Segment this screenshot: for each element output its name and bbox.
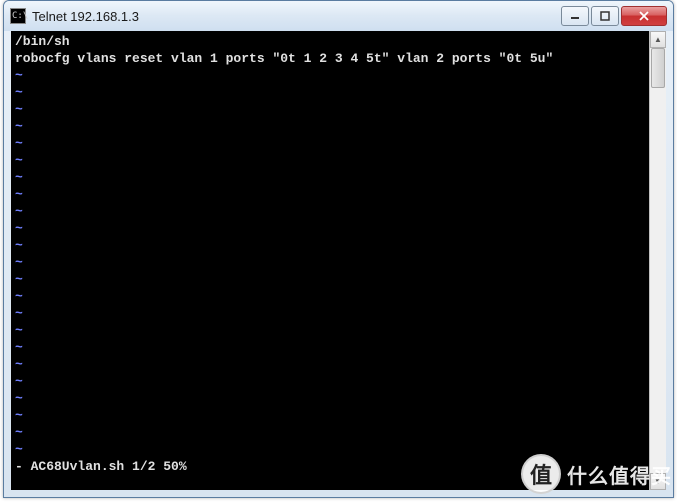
terminal[interactable]: /bin/shrobocfg vlans reset vlan 1 ports … [11, 31, 649, 490]
terminal-tilde: ~ [15, 67, 645, 84]
terminal-tilde: ~ [15, 322, 645, 339]
window-controls [559, 6, 667, 26]
terminal-tilde: ~ [15, 305, 645, 322]
terminal-tilde: ~ [15, 220, 645, 237]
terminal-tilde: ~ [15, 152, 645, 169]
terminal-status: - AC68Uvlan.sh 1/2 50% [15, 458, 645, 475]
terminal-tilde: ~ [15, 339, 645, 356]
scroll-track[interactable] [650, 48, 666, 473]
terminal-tilde: ~ [15, 135, 645, 152]
minimize-button[interactable] [561, 6, 589, 26]
terminal-tilde: ~ [15, 254, 645, 271]
terminal-tilde: ~ [15, 84, 645, 101]
terminal-tilde: ~ [15, 101, 645, 118]
minimize-icon [570, 11, 580, 21]
terminal-tilde: ~ [15, 373, 645, 390]
vertical-scrollbar[interactable]: ▲ ▼ [649, 31, 666, 490]
scroll-up-button[interactable]: ▲ [650, 31, 666, 48]
scroll-thumb[interactable] [651, 48, 665, 88]
close-button[interactable] [621, 6, 667, 26]
app-icon: C:\ [10, 8, 26, 24]
terminal-tilde: ~ [15, 441, 645, 458]
terminal-tilde: ~ [15, 288, 645, 305]
terminal-tilde: ~ [15, 356, 645, 373]
client-area: /bin/shrobocfg vlans reset vlan 1 ports … [11, 31, 666, 490]
terminal-tilde: ~ [15, 271, 645, 288]
terminal-tilde: ~ [15, 390, 645, 407]
maximize-icon [600, 11, 610, 21]
terminal-tilde: ~ [15, 186, 645, 203]
scroll-down-button[interactable]: ▼ [650, 473, 666, 490]
terminal-tilde: ~ [15, 424, 645, 441]
terminal-tilde: ~ [15, 169, 645, 186]
terminal-line: robocfg vlans reset vlan 1 ports "0t 1 2… [15, 50, 645, 67]
terminal-tilde: ~ [15, 237, 645, 254]
window-title: Telnet 192.168.1.3 [32, 9, 559, 24]
terminal-tilde: ~ [15, 118, 645, 135]
terminal-tilde: ~ [15, 203, 645, 220]
telnet-window: C:\ Telnet 192.168.1.3 /bin/shrobocfg vl… [3, 0, 674, 498]
titlebar[interactable]: C:\ Telnet 192.168.1.3 [4, 1, 673, 31]
close-icon [638, 11, 650, 21]
maximize-button[interactable] [591, 6, 619, 26]
terminal-tilde: ~ [15, 407, 645, 424]
terminal-line: /bin/sh [15, 33, 645, 50]
